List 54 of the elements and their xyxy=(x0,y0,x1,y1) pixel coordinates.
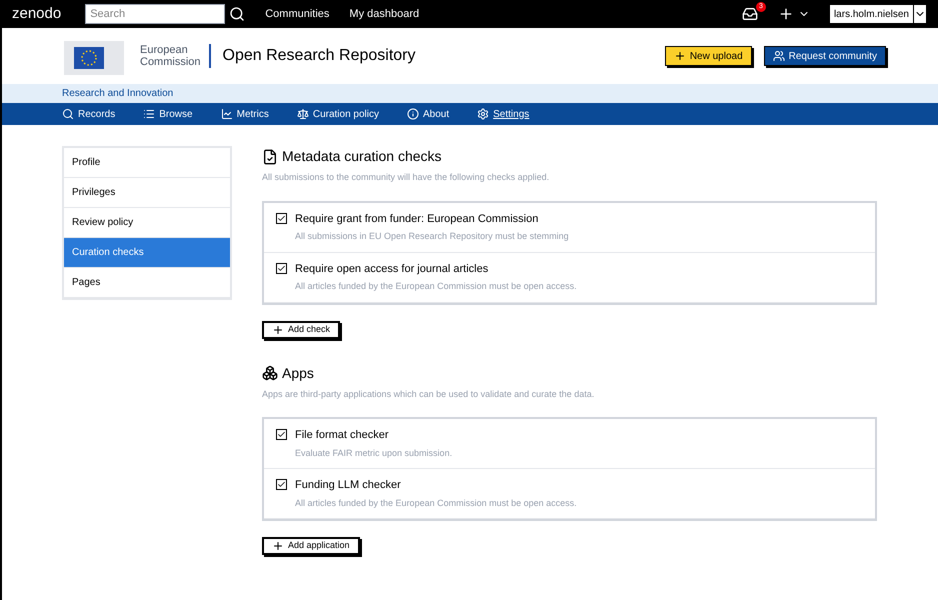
check-title: Require grant from funder: European Commission xyxy=(295,212,540,226)
top-link[interactable]: My dashboard xyxy=(349,6,420,22)
logo-text: Commission xyxy=(140,56,201,68)
top-link[interactable]: Communities xyxy=(265,6,330,22)
user-menu[interactable]: lars.holm.nielsen xyxy=(830,5,913,23)
user-dropdown[interactable] xyxy=(914,5,926,23)
checkbox[interactable] xyxy=(276,212,287,224)
plus-icon[interactable] xyxy=(778,6,794,22)
line-chart-icon xyxy=(220,108,233,120)
section-title: Apps xyxy=(282,364,314,383)
section-icon xyxy=(262,365,278,381)
check-title: Funding LLM checker xyxy=(295,478,402,493)
sidebar-item[interactable]: Curation checks xyxy=(64,238,230,268)
nav-tab[interactable]: Settings xyxy=(477,106,530,122)
check-description: All articles funded by the European Commission must be open access. xyxy=(295,280,577,293)
people-icon xyxy=(772,50,785,62)
checkbox[interactable] xyxy=(276,429,287,440)
sidebar-item[interactable]: Profile xyxy=(64,148,230,178)
check-description: Evaluate FAIR metric upon submission. xyxy=(295,446,452,460)
nav-tab[interactable]: About xyxy=(407,106,450,122)
check-description: All submissions in EU Open Research Repository must be stemming xyxy=(295,230,569,243)
page-title: Open Research Repository xyxy=(222,46,416,66)
nav-tab[interactable]: Metrics xyxy=(220,106,269,122)
plus-icon xyxy=(272,324,284,336)
check-description: All articles funded by the European Commission must be open access. xyxy=(295,496,577,510)
settings-icon xyxy=(477,108,490,120)
search-field[interactable]: Search xyxy=(85,4,226,24)
section-title: Metadata curation checks xyxy=(282,147,442,166)
add-button[interactable]: Add check xyxy=(262,320,340,338)
logo-text: European xyxy=(140,44,189,56)
section-description: All submissions to the community will have the following checks applied. xyxy=(262,171,550,184)
scale-icon xyxy=(296,108,309,120)
plus-icon xyxy=(272,540,284,552)
inbox-icon[interactable] xyxy=(742,6,758,22)
nav-tab[interactable]: Curation policy xyxy=(296,106,379,122)
search-icon xyxy=(62,108,74,120)
sidebar-item[interactable]: Pages xyxy=(64,268,230,298)
zenodo-logo[interactable]: zenodo xyxy=(12,2,62,26)
checkbox[interactable] xyxy=(276,262,287,274)
sub-header-label[interactable]: Research and Innovation xyxy=(62,86,174,101)
search-icon[interactable] xyxy=(229,6,246,22)
nav-tab[interactable]: Records xyxy=(62,106,116,122)
sidebar-item[interactable]: Privileges xyxy=(64,178,230,208)
check-title: Require open access for journal articles xyxy=(295,262,490,276)
nav-tab[interactable]: Browse xyxy=(143,106,193,122)
section-icon xyxy=(262,148,278,164)
info-icon xyxy=(407,108,419,120)
request-community-button[interactable]: Request community xyxy=(764,46,886,66)
add-button[interactable]: Add application xyxy=(262,537,360,555)
check-title: File format checker xyxy=(295,428,390,443)
section-description: Apps are third-party applications which can be used to validate and curate the data. xyxy=(262,388,596,401)
new-upload-button[interactable]: New upload xyxy=(664,46,752,66)
checkbox[interactable] xyxy=(276,479,287,490)
plus-icon xyxy=(674,50,686,62)
